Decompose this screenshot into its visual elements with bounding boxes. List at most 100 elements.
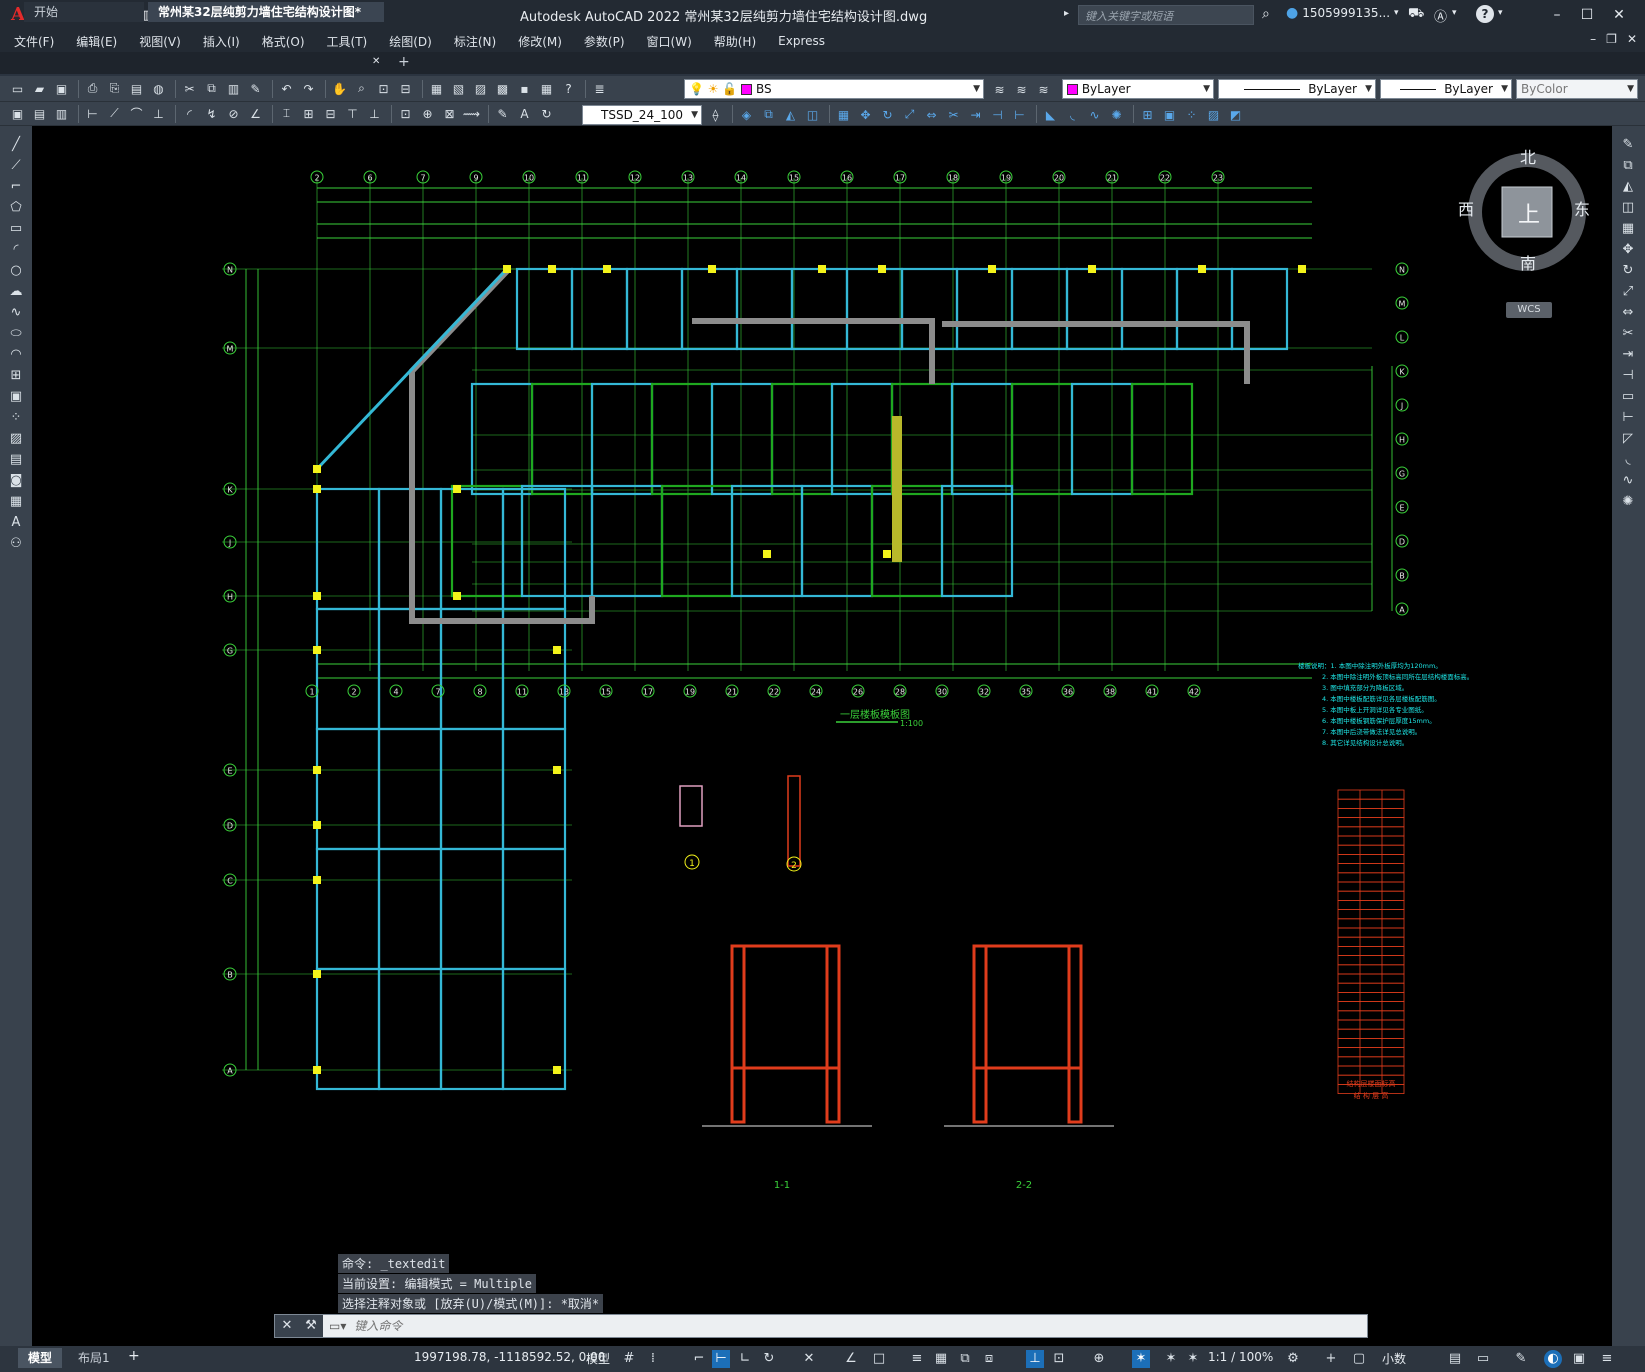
match-properties-icon[interactable]: ✎ <box>246 79 265 98</box>
gradient-icon[interactable]: ▤ <box>7 451 25 469</box>
hatch-icon[interactable]: ▨ <box>1204 105 1223 124</box>
connect-icon[interactable]: Ⓐ <box>1434 6 1447 25</box>
wrench-icon[interactable]: ⚒ <box>299 1315 323 1337</box>
viewcube-top-label[interactable]: 上 <box>1518 197 1540 229</box>
user-account[interactable]: ● 1505999135... ▾ <box>1286 5 1399 21</box>
compass-west[interactable]: 西 <box>1458 196 1474 220</box>
sheet-set-icon[interactable]: ▩ <box>493 79 512 98</box>
break-point-icon[interactable]: ⊣ <box>1619 367 1637 385</box>
redo-icon[interactable]: ↷ <box>299 79 318 98</box>
design-center-icon[interactable]: ▧ <box>449 79 468 98</box>
tab-drawing[interactable]: 常州某32层纯剪力墙住宅结构设计图* <box>148 2 384 22</box>
fillet-icon[interactable]: ◟ <box>1063 105 1082 124</box>
dynamic-ucs-icon[interactable]: ⊥ <box>1026 1350 1044 1368</box>
new-icon[interactable]: ▭ <box>8 79 27 98</box>
lineweight-icon[interactable]: ≡ <box>908 1350 926 1368</box>
open-icon[interactable]: ▰ <box>30 79 49 98</box>
color-dropdown[interactable]: ByLayer ▼ <box>1062 79 1214 99</box>
zoom-window-icon[interactable]: ⊡ <box>374 79 393 98</box>
isolate-objects-icon[interactable]: ✎ <box>1512 1350 1530 1368</box>
tab-model[interactable]: 模型 <box>18 1348 63 1368</box>
3d-osnap-icon[interactable]: ⧈ <box>980 1350 998 1368</box>
publish-icon[interactable]: ▤ <box>127 79 146 98</box>
polyline-icon[interactable]: ⌐ <box>7 178 25 196</box>
compass-east[interactable]: 东 <box>1574 196 1590 220</box>
selection-cycling-icon[interactable]: ⧉ <box>956 1350 974 1368</box>
grid-icon[interactable]: # <box>620 1350 638 1368</box>
annotation-scale-icon[interactable]: ✶ <box>1184 1350 1202 1368</box>
blend-icon[interactable]: ∿ <box>1619 472 1637 490</box>
menu-view[interactable]: 视图(V) <box>139 33 181 50</box>
chevron-right-icon[interactable]: ▸ <box>1064 8 1069 19</box>
add-selected-icon[interactable]: ⚇ <box>7 535 25 553</box>
insert-block-icon[interactable]: ⊞ <box>7 367 25 385</box>
chevron-down-icon[interactable]: ▾ <box>1452 8 1457 18</box>
compass-north[interactable]: 北 <box>1520 144 1536 168</box>
polygon-icon[interactable]: ⬠ <box>7 199 25 217</box>
chamfer-icon[interactable]: ◸ <box>1619 430 1637 448</box>
drawing-canvas[interactable]: 2 6 7 9 10 11 12 13 14 15 16 17 18 19 20 21 22 23 1 2 4 7 8 11 1… <box>32 126 1612 1346</box>
dynamic-input-icon[interactable]: ⊢ <box>712 1350 730 1368</box>
ellipse-arc-icon[interactable]: ◠ <box>7 346 25 364</box>
ellipse-icon[interactable]: ⬭ <box>7 325 25 343</box>
trim-icon[interactable]: ✂ <box>944 105 963 124</box>
tolerance-icon[interactable]: ⊡ <box>396 104 415 123</box>
center-mark-icon[interactable]: ⊕ <box>418 104 437 123</box>
undo-icon[interactable]: ↶ <box>277 79 296 98</box>
lineweight-dropdown[interactable]: ByLayer ▼ <box>1380 79 1512 99</box>
plus-icon[interactable]: + <box>1322 1350 1340 1368</box>
circle-icon[interactable]: ○ <box>7 262 25 280</box>
mirror-icon[interactable]: ◭ <box>781 105 800 124</box>
erase-icon[interactable]: ◈ <box>737 105 756 124</box>
menu-dimension[interactable]: 标注(N) <box>454 33 496 50</box>
calculator-icon[interactable]: ▦ <box>537 79 556 98</box>
point-icon[interactable]: ⁘ <box>1182 105 1201 124</box>
zoom-realtime-icon[interactable]: ⌕ <box>352 79 371 98</box>
join-icon[interactable]: ⊢ <box>1619 409 1637 427</box>
baseline-dim-icon[interactable]: ⊞ <box>299 104 318 123</box>
dim-update-icon[interactable]: ↻ <box>537 104 556 123</box>
compass-south[interactable]: 南 <box>1520 250 1536 274</box>
markup-icon[interactable]: ▪ <box>515 79 534 98</box>
break-icon[interactable]: ▭ <box>1619 388 1637 406</box>
blend-icon[interactable]: ∿ <box>1085 105 1104 124</box>
dimstyle-dropdown[interactable]: TSSD_24_100 ▼ <box>582 105 702 125</box>
fillet-icon[interactable]: ◟ <box>1619 451 1637 469</box>
object-snap-tracking-icon[interactable]: ∠ <box>842 1350 860 1368</box>
quick-properties-icon[interactable]: ▤ <box>1446 1350 1464 1368</box>
arc-length-icon[interactable]: ⌒ <box>127 104 146 123</box>
search-icon[interactable]: ⌕ <box>1262 6 1270 22</box>
lock-ui-icon[interactable]: ▭ <box>1474 1350 1492 1368</box>
linetype-dropdown[interactable]: ByLayer ▼ <box>1218 79 1376 99</box>
viewcube[interactable]: 北 南 东 西 上 WCS <box>1458 148 1592 320</box>
insert-block-icon[interactable]: ⊞ <box>1138 105 1157 124</box>
offset-icon[interactable]: ◫ <box>1619 199 1637 217</box>
isodraft-icon[interactable]: ✕ <box>800 1350 818 1368</box>
object-snap-icon[interactable]: □ <box>870 1350 888 1368</box>
copy-object-icon[interactable]: ⧉ <box>759 105 778 124</box>
gizmo-icon[interactable]: ⊕ <box>1090 1350 1108 1368</box>
menu-edit[interactable]: 编辑(E) <box>76 33 117 50</box>
mirror-icon[interactable]: ◭ <box>1619 178 1637 196</box>
wcs-menu[interactable]: WCS <box>1506 302 1552 318</box>
explode-icon[interactable]: ✺ <box>1107 105 1126 124</box>
maximize-button[interactable]: ☐ <box>1576 4 1598 26</box>
dim-edit-icon[interactable]: ✎ <box>493 104 512 123</box>
menu-parametric[interactable]: 参数(P) <box>584 33 625 50</box>
break-icon[interactable]: ⊣ <box>988 105 1007 124</box>
dim-text-edit-icon[interactable]: A <box>515 104 534 123</box>
explode-icon[interactable]: ✺ <box>1619 493 1637 511</box>
region-icon[interactable]: ◩ <box>1226 105 1245 124</box>
region-icon[interactable]: ◙ <box>7 472 25 490</box>
menu-insert[interactable]: 插入(I) <box>203 33 240 50</box>
paste-icon[interactable]: ▥ <box>224 79 243 98</box>
tssd-edit-icon[interactable]: ▣ <box>8 104 27 123</box>
units-value[interactable]: 小数 <box>1382 1350 1406 1367</box>
close-icon[interactable]: ✕ <box>372 56 380 67</box>
plot-preview-icon[interactable]: ⎘ <box>105 79 124 98</box>
dim-space-icon[interactable]: ⊤ <box>343 104 362 123</box>
doc-close-button[interactable]: ✕ <box>1627 32 1637 46</box>
layer-dropdown[interactable]: 💡 ☀ 🔓 BS ▼ <box>684 79 984 99</box>
mtext-icon[interactable]: A <box>7 514 25 532</box>
cart-icon[interactable]: ⛟ <box>1408 6 1424 23</box>
